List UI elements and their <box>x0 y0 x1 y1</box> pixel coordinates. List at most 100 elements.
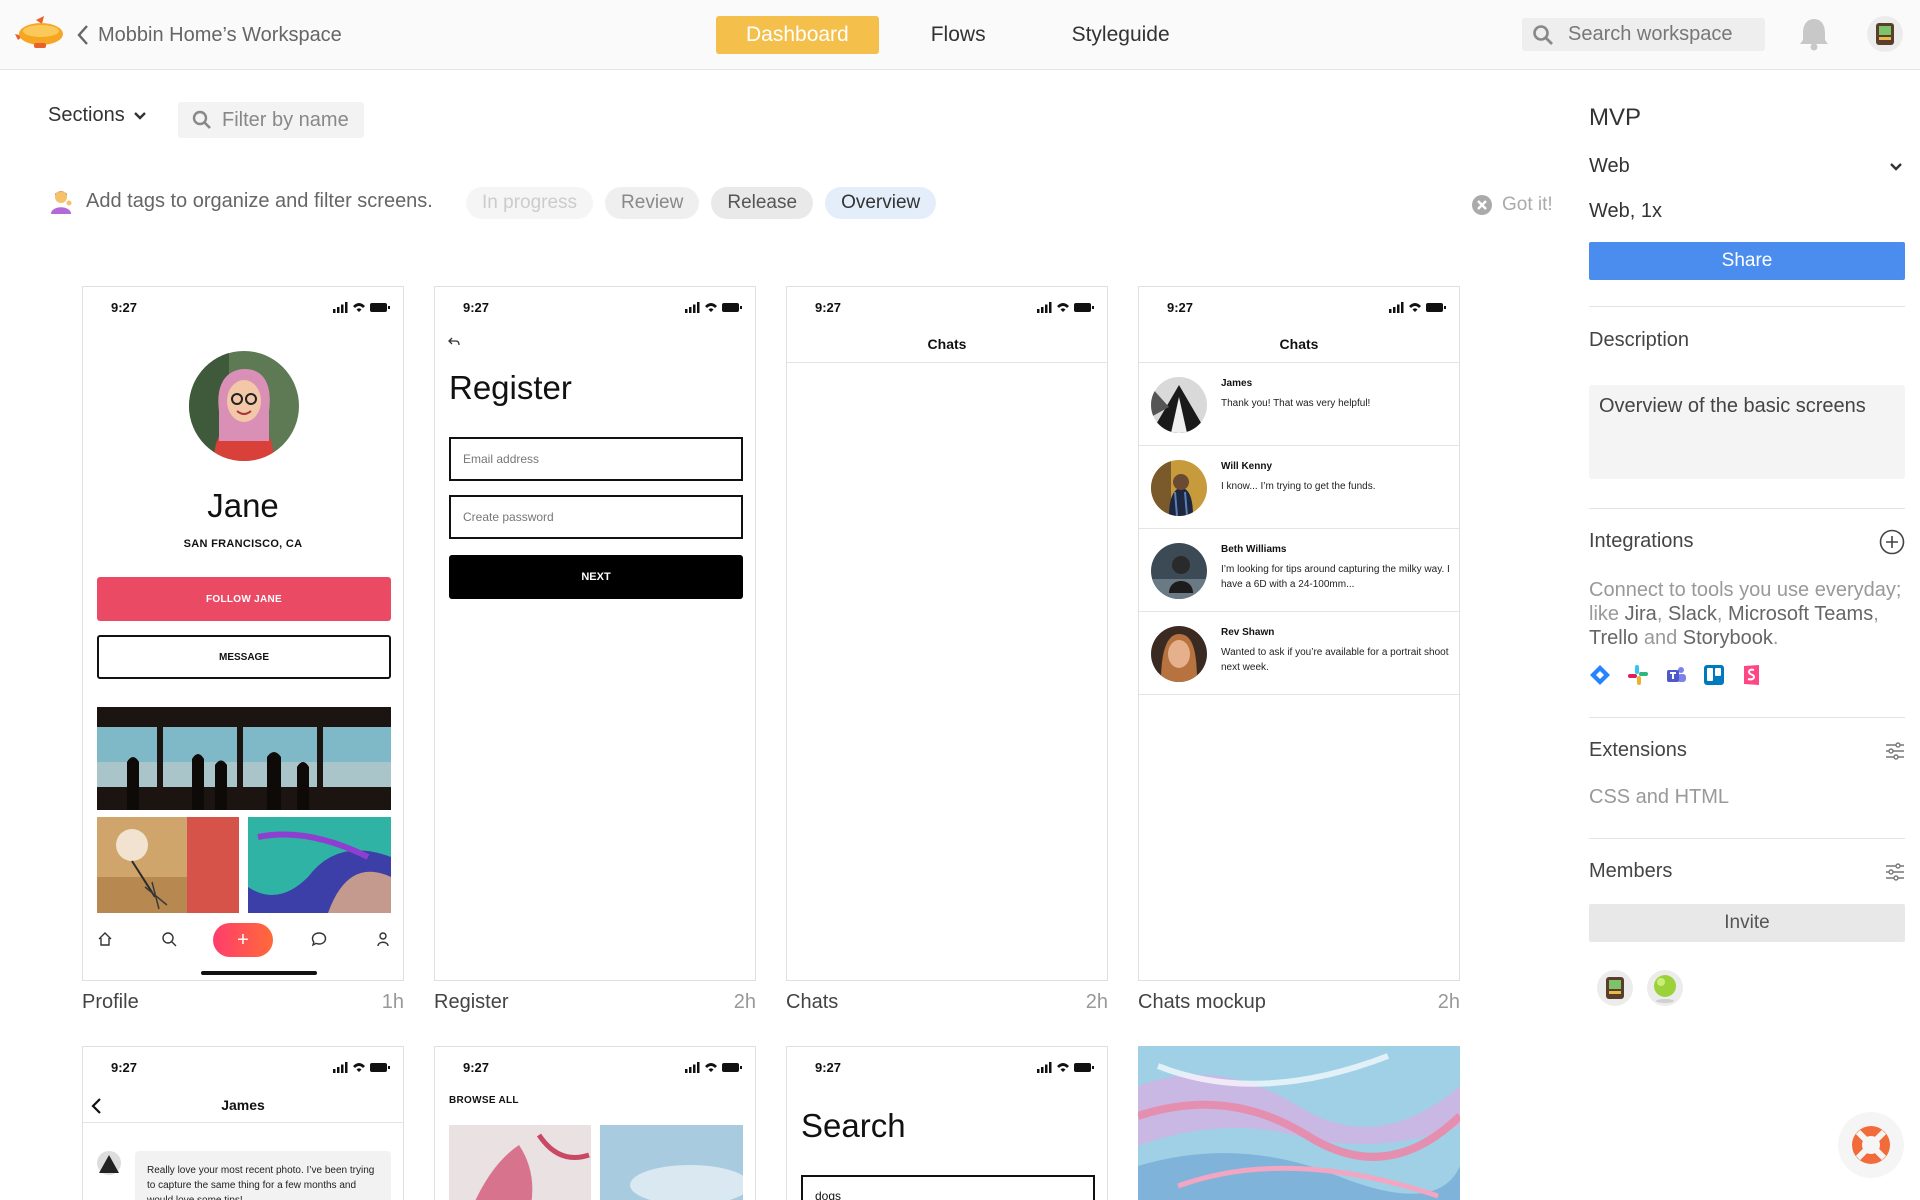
help-button[interactable] <box>1838 1112 1904 1178</box>
screen-thumbnail[interactable]: 9:27 James Really love your most recent … <box>82 1046 404 1200</box>
tags-hint-text: Add tags to organize and filter screens. <box>86 189 433 212</box>
chat-title: James <box>83 1087 403 1123</box>
screen-thumbnail[interactable]: 9:27 Search dogs <box>786 1046 1108 1200</box>
chat-preview: Wanted to ask if you’re available for a … <box>1221 647 1449 673</box>
status-time: 9:27 <box>463 1059 490 1075</box>
microsoft-teams-icon[interactable] <box>1665 664 1687 686</box>
divider <box>1589 306 1905 307</box>
gallery-photo-skyline <box>97 707 391 810</box>
divider <box>1589 508 1905 509</box>
lifebuoy-icon <box>1852 1126 1890 1164</box>
integration-icons <box>1589 664 1763 686</box>
tab-flows[interactable]: Flows <box>901 16 1016 54</box>
screen-thumbnail[interactable]: 9:27 Register Email address Create passw… <box>434 286 756 981</box>
status-bar: 9:27 <box>435 1047 755 1087</box>
card-caption: Profile 1h <box>82 991 404 1014</box>
chevron-down-icon <box>1890 162 1902 171</box>
status-time: 9:27 <box>815 299 842 315</box>
browse-photo-sky <box>600 1125 743 1200</box>
separator: . <box>1772 627 1779 649</box>
signal-wifi-battery-icon <box>1037 302 1094 313</box>
sliders-icon[interactable] <box>1885 863 1905 881</box>
divider <box>1589 838 1905 839</box>
teams-link[interactable]: Microsoft Teams <box>1728 603 1873 625</box>
storybook-link[interactable]: Storybook <box>1683 627 1773 649</box>
browse-title: BROWSE ALL <box>449 1095 519 1106</box>
card-title[interactable]: Chats <box>786 991 838 1014</box>
screen-card-register: 9:27 Register Email address Create passw… <box>434 286 756 1014</box>
marble-artwork <box>1138 1046 1460 1200</box>
platform-dropdown[interactable]: Web <box>1589 155 1905 178</box>
jira-link[interactable]: Jira <box>1625 603 1657 625</box>
sections-label: Sections <box>48 104 125 126</box>
card-timestamp: 2h <box>733 991 756 1013</box>
screen-thumbnail[interactable]: 9:27 Chats <box>786 286 1108 981</box>
status-bar: 9:27 <box>435 287 755 327</box>
screen-thumbnail[interactable] <box>1138 1046 1460 1200</box>
tab-styleguide[interactable]: Styleguide <box>1042 16 1200 54</box>
follow-button: FOLLOW JANE <box>97 577 391 621</box>
signal-wifi-battery-icon <box>1389 302 1446 313</box>
dismiss-hint-button[interactable]: Got it! <box>1472 194 1553 216</box>
back-to-workspace-link[interactable]: Mobbin Home’s Workspace <box>76 20 342 50</box>
screen-thumbnail[interactable]: 9:27 BROWSE ALL <box>434 1046 756 1200</box>
jira-icon[interactable] <box>1589 664 1611 686</box>
tag-overview[interactable]: Overview <box>825 187 937 219</box>
extensions-value[interactable]: CSS and HTML <box>1589 786 1729 809</box>
tab-dashboard[interactable]: Dashboard <box>716 16 879 54</box>
status-time: 9:27 <box>111 299 138 315</box>
sections-dropdown[interactable]: Sections <box>48 104 147 127</box>
tag-in-progress[interactable]: In progress <box>466 187 594 219</box>
trello-icon[interactable] <box>1703 664 1725 686</box>
chat-bubble-icon <box>311 932 327 947</box>
bell-icon[interactable] <box>1797 16 1831 52</box>
members-heading: Members <box>1589 860 1673 882</box>
separator: , <box>1656 603 1668 625</box>
storybook-icon[interactable] <box>1741 664 1763 686</box>
chats-header: Chats <box>787 327 1107 363</box>
slack-icon[interactable] <box>1627 664 1649 686</box>
signal-wifi-battery-icon <box>333 1062 390 1073</box>
top-bar: Mobbin Home’s Workspace Dashboard Flows … <box>0 0 1920 70</box>
search-input[interactable]: Search workspace <box>1568 23 1733 46</box>
member-avatar[interactable] <box>1647 970 1683 1006</box>
share-button[interactable]: Share <box>1589 242 1905 280</box>
tag-review[interactable]: Review <box>605 187 700 219</box>
profile-location: SAN FRANCISCO, CA <box>183 538 303 550</box>
chat-avatar <box>1151 377 1207 433</box>
extensions-heading: Extensions <box>1589 739 1687 761</box>
add-integration-icon[interactable] <box>1879 529 1905 555</box>
card-title[interactable]: Profile <box>82 991 139 1014</box>
tag-release[interactable]: Release <box>711 187 814 219</box>
description-heading: Description <box>1589 329 1690 351</box>
sliders-icon[interactable] <box>1885 742 1905 760</box>
card-caption: Chats mockup 2h <box>1138 991 1460 1014</box>
trello-link[interactable]: Trello <box>1589 627 1638 649</box>
card-title[interactable]: Register <box>434 991 508 1014</box>
search-screen-title: Search <box>801 1107 906 1144</box>
chat-preview: I’m looking for tips around capturing th… <box>1221 564 1450 590</box>
slack-link[interactable]: Slack <box>1668 603 1717 625</box>
card-timestamp: 2h <box>1437 991 1460 1013</box>
filter-by-name-input[interactable]: Filter by name <box>178 102 364 138</box>
chat-avatar <box>1151 460 1207 516</box>
card-title[interactable]: Chats mockup <box>1138 991 1266 1014</box>
user-avatar-icon[interactable] <box>1867 16 1903 52</box>
status-time: 9:27 <box>463 299 490 315</box>
chat-preview: I know... I’m trying to get the funds. <box>1221 481 1376 492</box>
gallery-photo-bulb <box>97 817 239 913</box>
screen-card-marble <box>1138 1046 1460 1200</box>
email-field: Email address <box>449 437 743 481</box>
screen-thumbnail[interactable]: 9:27 Chats James Thank you! That was ver… <box>1138 286 1460 981</box>
description-field[interactable]: Overview of the basic screens <box>1589 385 1905 479</box>
member-avatar[interactable] <box>1597 970 1633 1006</box>
workspace-search[interactable]: Search workspace <box>1522 18 1765 51</box>
invite-button[interactable]: Invite <box>1589 904 1905 942</box>
add-post-button: + <box>213 923 273 957</box>
browse-photo-pink <box>449 1125 591 1200</box>
card-timestamp: 2h <box>1085 991 1108 1013</box>
undo-arrow-icon <box>448 337 460 346</box>
screen-thumbnail[interactable]: 9:27 Jane SAN FRANCISCO, CA FOLLOW JANE … <box>82 286 404 981</box>
tag-list: In progress Review Release Overview <box>466 187 937 219</box>
zeppelin-logo-icon[interactable] <box>14 14 66 54</box>
